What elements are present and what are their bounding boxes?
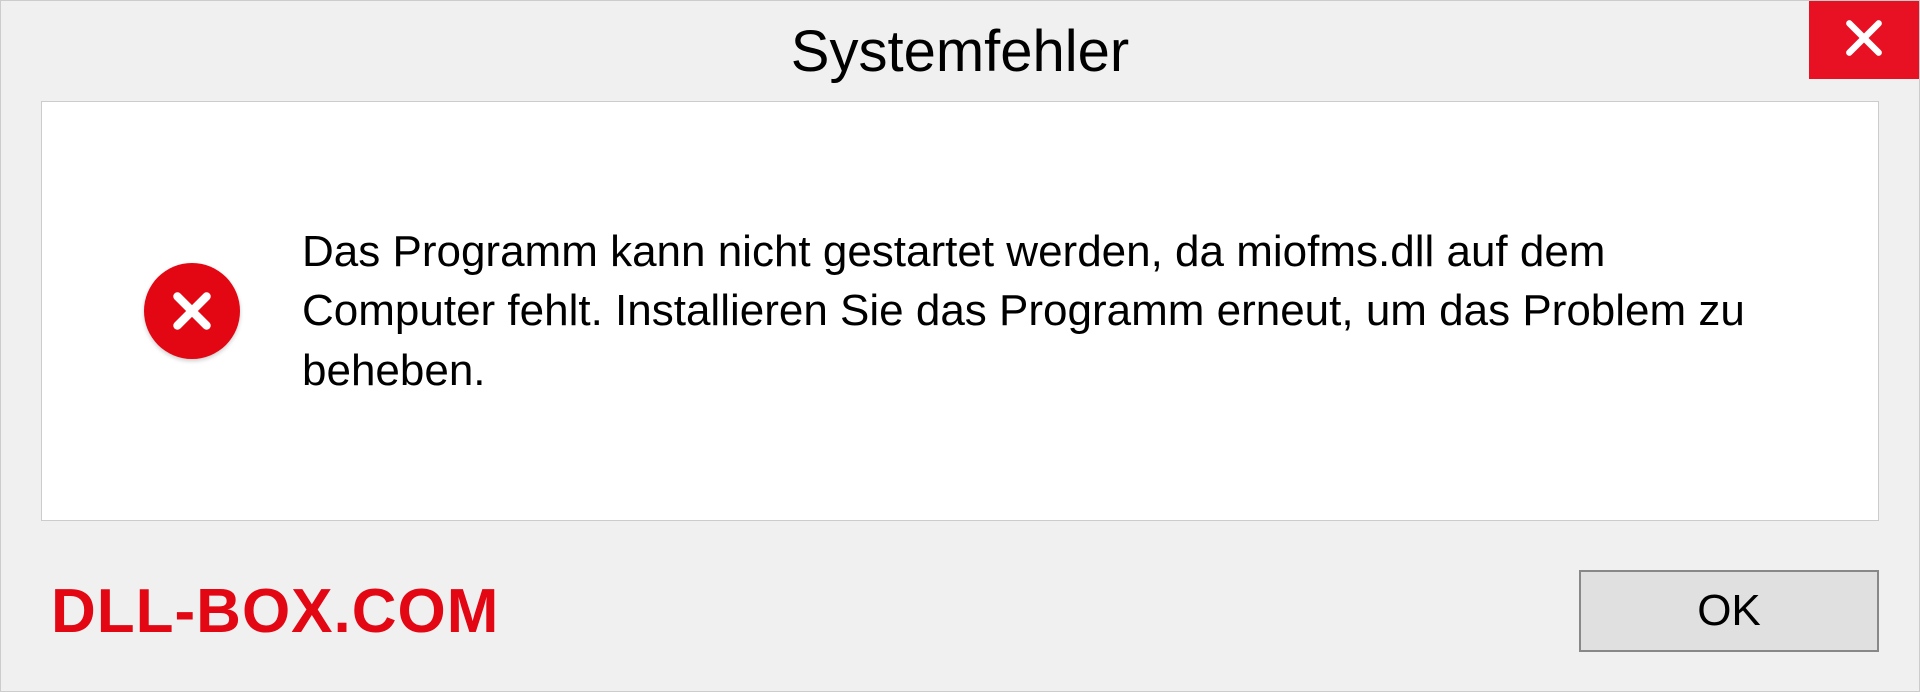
error-icon — [142, 261, 242, 361]
close-button[interactable] — [1809, 1, 1919, 79]
error-dialog: Systemfehler Das Programm kann nicht ges… — [0, 0, 1920, 692]
ok-button[interactable]: OK — [1579, 570, 1879, 652]
error-message: Das Programm kann nicht gestartet werden… — [302, 222, 1788, 400]
watermark-text: DLL-BOX.COM — [41, 576, 499, 647]
bottom-bar: DLL-BOX.COM OK — [1, 551, 1919, 671]
content-panel: Das Programm kann nicht gestartet werden… — [41, 101, 1879, 521]
dialog-title: Systemfehler — [791, 18, 1129, 85]
close-icon — [1842, 16, 1886, 65]
title-bar: Systemfehler — [1, 1, 1919, 101]
